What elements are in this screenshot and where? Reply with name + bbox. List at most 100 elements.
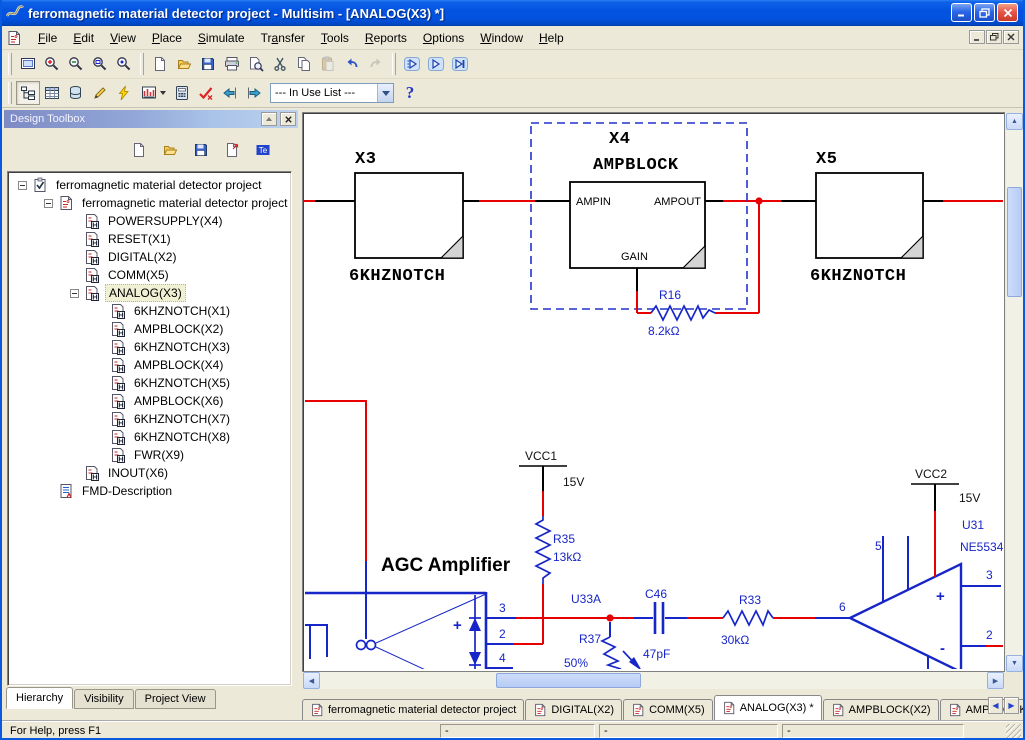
scroll-down-button[interactable]: ▼	[1006, 655, 1023, 672]
scroll-left-button[interactable]: ◀	[303, 672, 320, 689]
stop-simulation-button[interactable]	[448, 52, 472, 76]
menu-window[interactable]: Window	[472, 28, 531, 48]
c46-capacitor[interactable]: C46 47pF	[610, 587, 723, 661]
tree-item-ampblock-x6-[interactable]: HAMPBLOCK(X6)	[8, 392, 291, 410]
scroll-right-button[interactable]: ▶	[987, 672, 1004, 689]
tab-scroll-right-button[interactable]: ▶	[1004, 697, 1019, 714]
save-sheet-button[interactable]	[190, 139, 212, 161]
u33a-opamp[interactable]: U33A + 3 2 4	[305, 592, 601, 669]
save-button[interactable]	[196, 52, 220, 76]
tree-item-powersupply-x4-[interactable]: HPOWERSUPPLY(X4)	[8, 212, 291, 230]
tree-item-analog-x3-[interactable]: HANALOG(X3)	[8, 284, 291, 302]
mdi-close-button[interactable]	[1003, 30, 1019, 44]
tree-item-ferromagnetic-material-detector-project[interactable]: ferromagnetic material detector project	[8, 194, 291, 212]
copy-button[interactable]	[292, 52, 316, 76]
doc-tab-ferromagnetic-material-detector-project[interactable]: ferromagnetic material detector project	[302, 699, 524, 720]
zoom-out-button[interactable]	[64, 52, 88, 76]
tree-item-comm-x5-[interactable]: HCOMM(X5)	[8, 266, 291, 284]
x3-block[interactable]: X3 6KHZNOTCH	[349, 150, 463, 286]
doc-tab-comm-x5-[interactable]: COMM(X5)	[623, 699, 713, 720]
new-button[interactable]	[148, 52, 172, 76]
tree-item-digital-x2-[interactable]: HDIGITAL(X2)	[8, 248, 291, 266]
tree-item-6khznotch-x5-[interactable]: H6KHZNOTCH(X5)	[8, 374, 291, 392]
r37-potentiometer[interactable]: R37 50%	[564, 622, 642, 669]
minimize-button[interactable]	[951, 3, 972, 22]
tree-item-6khznotch-x7-[interactable]: H6KHZNOTCH(X7)	[8, 410, 291, 428]
menu-simulate[interactable]: Simulate	[190, 28, 253, 48]
zoom-in-button[interactable]	[40, 52, 64, 76]
horizontal-scrollbar[interactable]: ◀ ▶	[303, 672, 1004, 689]
r16-resistor[interactable]: R16 8.2kΩ	[637, 288, 759, 338]
close-button[interactable]	[997, 3, 1018, 22]
toolbox-tab-hierarchy[interactable]: Hierarchy	[6, 687, 73, 709]
menu-file[interactable]: File	[30, 28, 65, 48]
tab-scroll-left-button[interactable]: ◀	[988, 697, 1003, 714]
tree-item-fwr-x9-[interactable]: HFWR(X9)	[8, 446, 291, 464]
undo-button[interactable]	[340, 52, 364, 76]
restore-button[interactable]	[974, 3, 995, 22]
vcc1-source[interactable]: VCC1 15V	[519, 449, 584, 516]
cut-button[interactable]	[268, 52, 292, 76]
spreadsheet-view-button[interactable]	[40, 81, 64, 105]
tree-item-ferromagnetic-material-detector-project[interactable]: ferromagnetic material detector project	[8, 176, 291, 194]
tree-item-ampblock-x4-[interactable]: HAMPBLOCK(X4)	[8, 356, 291, 374]
left-circuit-fragment[interactable]	[305, 625, 327, 659]
database-manager-button[interactable]	[64, 81, 88, 105]
menu-transfer[interactable]: Transfer	[253, 28, 313, 48]
u31-opamp[interactable]: 6 5 + 3 - 2 U31 NE5534	[839, 511, 1003, 669]
horizontal-scroll-thumb[interactable]	[496, 673, 641, 688]
design-toolbox-button[interactable]	[16, 81, 40, 105]
schematic-canvas[interactable]: X3 6KHZNOTCH X4 AMPBLOCK AMPIN AMPOUT GA…	[303, 113, 1003, 669]
tree-item-ampblock-x2-[interactable]: HAMPBLOCK(X2)	[8, 320, 291, 338]
pause-simulation-button[interactable]	[424, 52, 448, 76]
r33-resistor[interactable]: R33 30kΩ	[721, 593, 850, 647]
r35-resistor[interactable]: R35 13kΩ	[536, 516, 581, 584]
help-button[interactable]: ?	[398, 81, 422, 105]
scroll-up-button[interactable]: ▲	[1006, 113, 1023, 130]
resize-grip[interactable]	[1006, 724, 1021, 739]
forward-annotate-button[interactable]	[242, 81, 266, 105]
postprocessor-button[interactable]	[170, 81, 194, 105]
doc-tab-digital-x2-[interactable]: DIGITAL(X2)	[525, 699, 622, 720]
print-preview-button[interactable]	[244, 52, 268, 76]
vertical-scrollbar[interactable]: ▲ ▼	[1006, 113, 1023, 672]
fullscreen-button[interactable]	[16, 52, 40, 76]
zoom-area-button[interactable]	[88, 52, 112, 76]
zoom-full-button[interactable]	[112, 52, 136, 76]
chevron-down-icon[interactable]	[377, 84, 393, 102]
back-annotate-button[interactable]	[218, 81, 242, 105]
run-simulation-button[interactable]	[400, 52, 424, 76]
vcc2-source[interactable]: VCC2 15V	[911, 467, 980, 511]
erc-check-button[interactable]	[194, 81, 218, 105]
in-use-list-dropdown[interactable]: --- In Use List ---	[270, 83, 394, 103]
menu-edit[interactable]: Edit	[65, 28, 102, 48]
tree-item-reset-x1-[interactable]: HRESET(X1)	[8, 230, 291, 248]
open-sheet-button[interactable]	[159, 139, 181, 161]
print-button[interactable]	[220, 52, 244, 76]
menu-options[interactable]: Options	[415, 28, 472, 48]
agc-input-wire[interactable]	[305, 401, 366, 592]
toolbox-tab-visibility[interactable]: Visibility	[74, 689, 134, 709]
mdi-minimize-button[interactable]	[969, 30, 985, 44]
menu-place[interactable]: Place	[144, 28, 190, 48]
toolbox-close-button[interactable]	[280, 112, 296, 126]
te-sheet-button[interactable]: Te	[252, 139, 274, 161]
tree-expander-minus[interactable]	[70, 289, 79, 298]
close-sheet-button[interactable]	[221, 139, 243, 161]
tree-item-inout-x6-[interactable]: HINOUT(X6)	[8, 464, 291, 482]
tree-item-6khznotch-x3-[interactable]: H6KHZNOTCH(X3)	[8, 338, 291, 356]
tree-item-fmd-description[interactable]: FMD-Description	[8, 482, 291, 500]
simulate-button[interactable]	[112, 81, 136, 105]
x5-block[interactable]: X5 6KHZNOTCH	[810, 150, 923, 286]
component-wizard-button[interactable]	[88, 81, 112, 105]
grapher-button[interactable]	[136, 81, 170, 105]
menu-tools[interactable]: Tools	[313, 28, 357, 48]
vertical-scroll-thumb[interactable]	[1007, 187, 1022, 297]
menu-view[interactable]: View	[102, 28, 144, 48]
mdi-restore-button[interactable]	[986, 30, 1002, 44]
open-button[interactable]	[172, 52, 196, 76]
tree-expander-minus[interactable]	[44, 199, 53, 208]
x4-ampblock[interactable]: X4 AMPBLOCK AMPIN AMPOUT GAIN	[531, 123, 747, 309]
grapher-dropdown-arrow[interactable]	[160, 91, 166, 95]
menu-reports[interactable]: Reports	[357, 28, 415, 48]
